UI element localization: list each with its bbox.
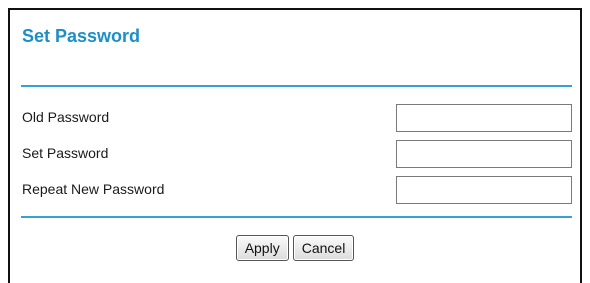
repeat-password-row: Repeat New Password (22, 176, 572, 204)
button-bar: Apply Cancel (10, 235, 580, 261)
set-password-row: Set Password (22, 140, 572, 168)
set-password-label: Set Password (22, 145, 109, 161)
set-password-field[interactable] (396, 140, 572, 168)
apply-button[interactable]: Apply (235, 235, 289, 261)
repeat-new-password-label: Repeat New Password (22, 181, 165, 197)
top-divider (21, 85, 572, 87)
old-password-label: Old Password (22, 109, 110, 125)
old-password-field[interactable] (396, 104, 572, 132)
page-title: Set Password (22, 26, 141, 46)
repeat-new-password-field[interactable] (396, 176, 572, 204)
old-password-row: Old Password (22, 104, 572, 132)
set-password-panel: Set Password Old Password Set Password R… (8, 8, 582, 283)
bottom-divider (21, 216, 572, 218)
cancel-button[interactable]: Cancel (292, 235, 355, 261)
